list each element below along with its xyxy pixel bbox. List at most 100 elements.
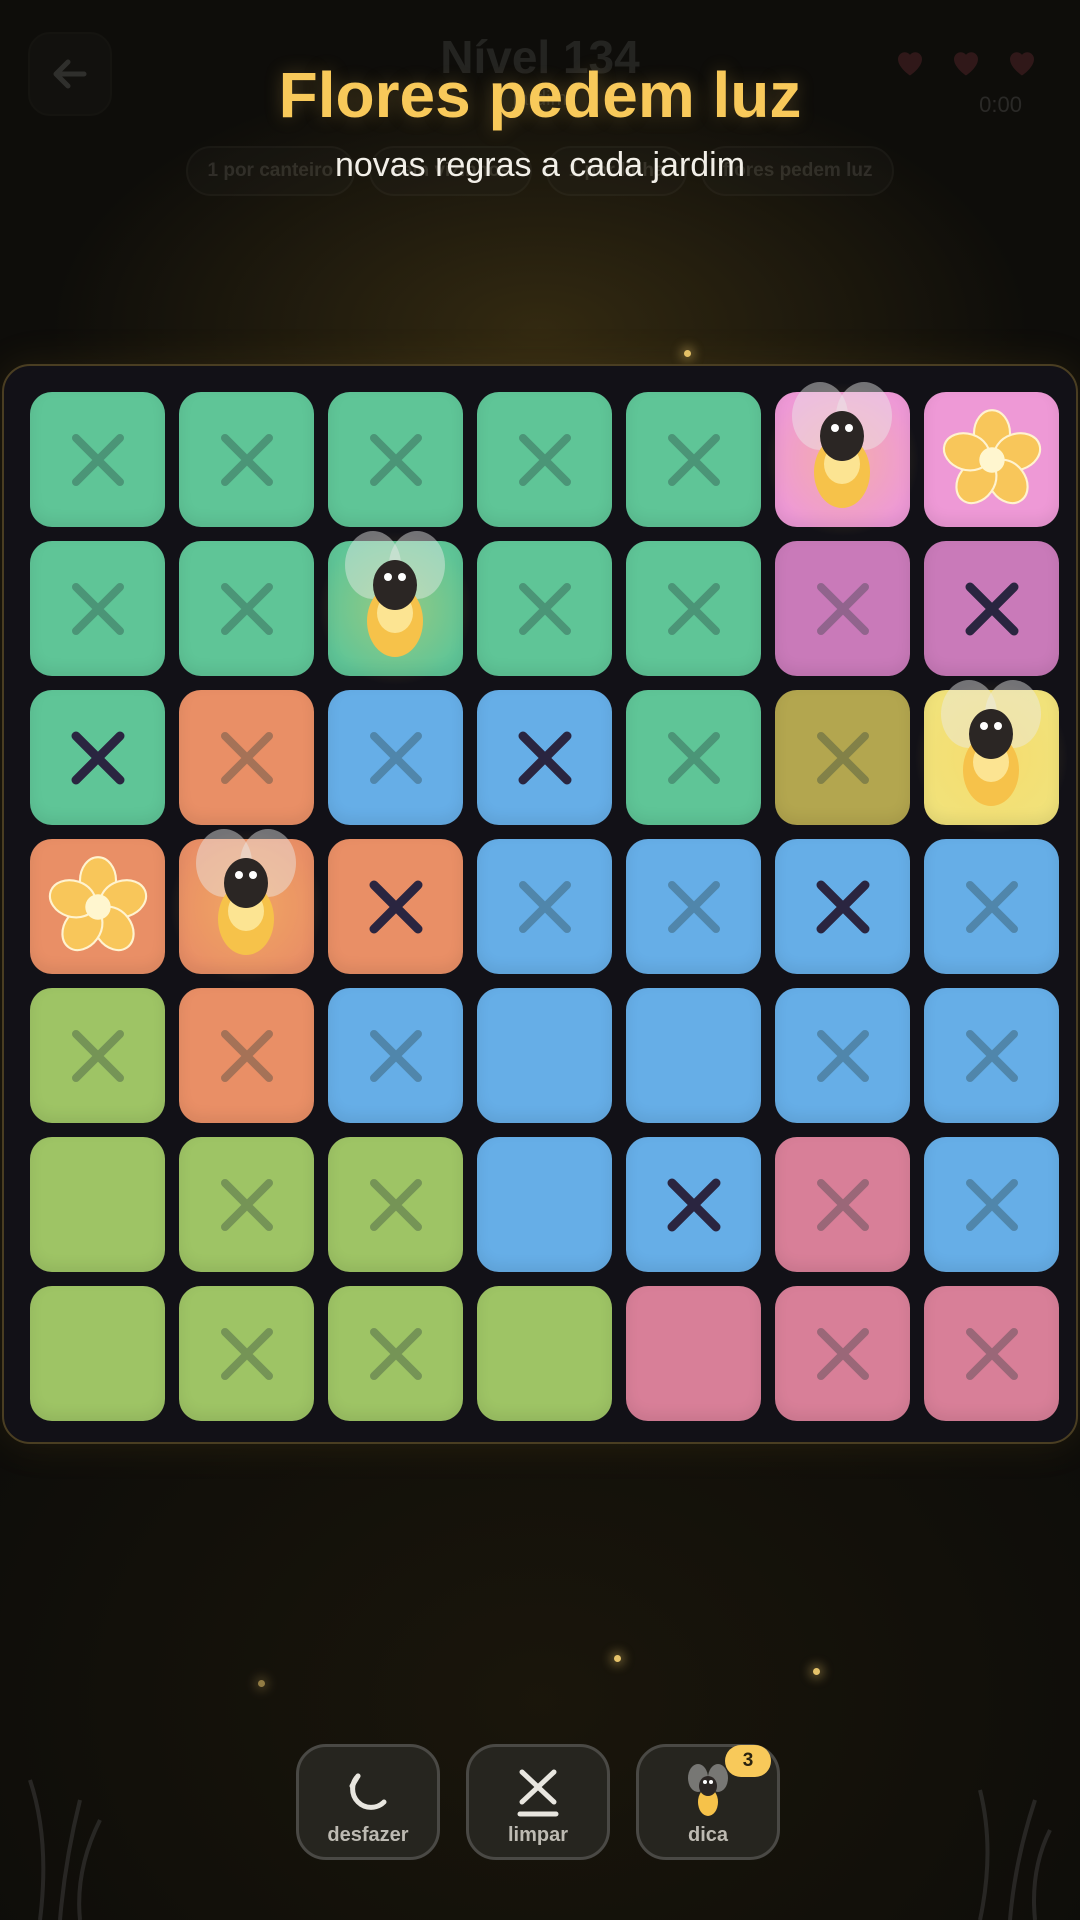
board-cell[interactable]: [179, 1286, 314, 1421]
x-mark-icon: [369, 1029, 422, 1082]
board-cell[interactable]: [626, 839, 761, 974]
board-cell[interactable]: [626, 541, 761, 676]
board-cell[interactable]: [169, 829, 324, 984]
board-cell[interactable]: [626, 392, 761, 527]
flower-icon: [942, 408, 1041, 504]
x-mark-icon: [220, 582, 273, 635]
x-mark-icon: [965, 1029, 1018, 1082]
board-cell[interactable]: [775, 988, 910, 1123]
firefly-spark: [614, 1655, 621, 1662]
board-cell[interactable]: [328, 1137, 463, 1272]
board-grid: [30, 382, 1069, 1421]
game-board: [2, 364, 1078, 1444]
x-mark-icon: [667, 731, 720, 784]
board-cell[interactable]: [477, 392, 612, 527]
board-cell[interactable]: [179, 690, 314, 825]
board-cell[interactable]: [30, 1286, 165, 1421]
board-cell[interactable]: [477, 1137, 612, 1272]
rule-intro-subtitle: novas regras a cada jardim: [334, 146, 746, 184]
board-cell[interactable]: [775, 1137, 910, 1272]
bottom-controls: desfazer limpar dica 3: [296, 1744, 780, 1860]
board-cell[interactable]: [914, 680, 1069, 835]
x-mark-icon: [816, 731, 869, 784]
x-mark-icon: [667, 582, 720, 635]
x-mark-icon: [518, 582, 571, 635]
board-cell[interactable]: [626, 690, 761, 825]
x-mark-icon: [667, 1178, 720, 1231]
x-mark-icon: [816, 1178, 869, 1231]
board-cell[interactable]: [626, 1137, 761, 1272]
firefly-icon: [345, 531, 445, 657]
board-cell[interactable]: [477, 541, 612, 676]
firefly-spark: [258, 1680, 265, 1687]
board-cell[interactable]: [179, 1137, 314, 1272]
board-cell[interactable]: [477, 1286, 612, 1421]
firefly-icon: [792, 382, 892, 508]
x-mark-icon: [369, 433, 422, 486]
board-cell[interactable]: [477, 988, 612, 1123]
hint-button[interactable]: dica 3: [636, 1744, 780, 1860]
board-cell[interactable]: [30, 541, 165, 676]
x-mark-icon: [369, 731, 422, 784]
firefly-spark: [813, 1668, 820, 1675]
board-cell[interactable]: [328, 988, 463, 1123]
board-cell[interactable]: [328, 392, 463, 527]
board-cell[interactable]: [30, 988, 165, 1123]
clear-icon: [517, 1769, 559, 1817]
board-cell[interactable]: [765, 382, 920, 537]
board-cell[interactable]: [328, 690, 463, 825]
x-mark-icon: [816, 582, 869, 635]
firefly-spark: [684, 350, 691, 357]
clear-button[interactable]: limpar: [466, 1744, 610, 1860]
x-mark-icon: [518, 731, 571, 784]
board-cell[interactable]: [328, 1286, 463, 1421]
board-cell[interactable]: [30, 690, 165, 825]
board-cell[interactable]: [179, 988, 314, 1123]
board-cell[interactable]: [179, 392, 314, 527]
x-mark-icon: [220, 433, 273, 486]
x-mark-icon: [816, 1029, 869, 1082]
x-mark-icon: [965, 1178, 1018, 1231]
grass-decoration: [28, 1779, 102, 1920]
x-mark-icon: [518, 433, 571, 486]
x-mark-icon: [71, 582, 124, 635]
x-mark-icon: [518, 880, 571, 933]
board-cell[interactable]: [775, 1286, 910, 1421]
x-mark-icon: [816, 1327, 869, 1380]
board-cell[interactable]: [924, 1137, 1059, 1272]
x-mark-icon: [369, 880, 422, 933]
hint-label: dica: [687, 1824, 729, 1846]
board-cell[interactable]: [328, 839, 463, 974]
x-mark-icon: [965, 1327, 1018, 1380]
board-cell[interactable]: [924, 1286, 1059, 1421]
board-cell[interactable]: [924, 541, 1059, 676]
x-mark-icon: [816, 880, 869, 933]
board-cell[interactable]: [775, 839, 910, 974]
hint-count-badge: 3: [725, 1745, 771, 1777]
x-mark-icon: [220, 1327, 273, 1380]
x-mark-icon: [71, 1029, 124, 1082]
board-cell[interactable]: [775, 690, 910, 825]
board-cell[interactable]: [30, 1137, 165, 1272]
board-cell[interactable]: [318, 531, 473, 686]
board-cell[interactable]: [477, 839, 612, 974]
x-mark-icon: [369, 1327, 422, 1380]
board-cell[interactable]: [775, 541, 910, 676]
firefly-icon: [941, 680, 1041, 806]
board-cell[interactable]: [924, 392, 1059, 527]
board-cell[interactable]: [477, 690, 612, 825]
x-mark-icon: [965, 582, 1018, 635]
x-mark-icon: [667, 433, 720, 486]
board-cell[interactable]: [626, 1286, 761, 1421]
board-cell[interactable]: [626, 988, 761, 1123]
board-cell[interactable]: [924, 988, 1059, 1123]
board-cell[interactable]: [924, 839, 1059, 974]
board-cell[interactable]: [179, 541, 314, 676]
board-cell[interactable]: [30, 839, 165, 974]
undo-button[interactable]: desfazer: [296, 1744, 440, 1860]
undo-icon: [349, 1773, 387, 1810]
board-cell[interactable]: [30, 392, 165, 527]
flower-icon: [48, 855, 147, 951]
grass-decoration: [978, 1789, 1052, 1920]
x-mark-icon: [71, 433, 124, 486]
